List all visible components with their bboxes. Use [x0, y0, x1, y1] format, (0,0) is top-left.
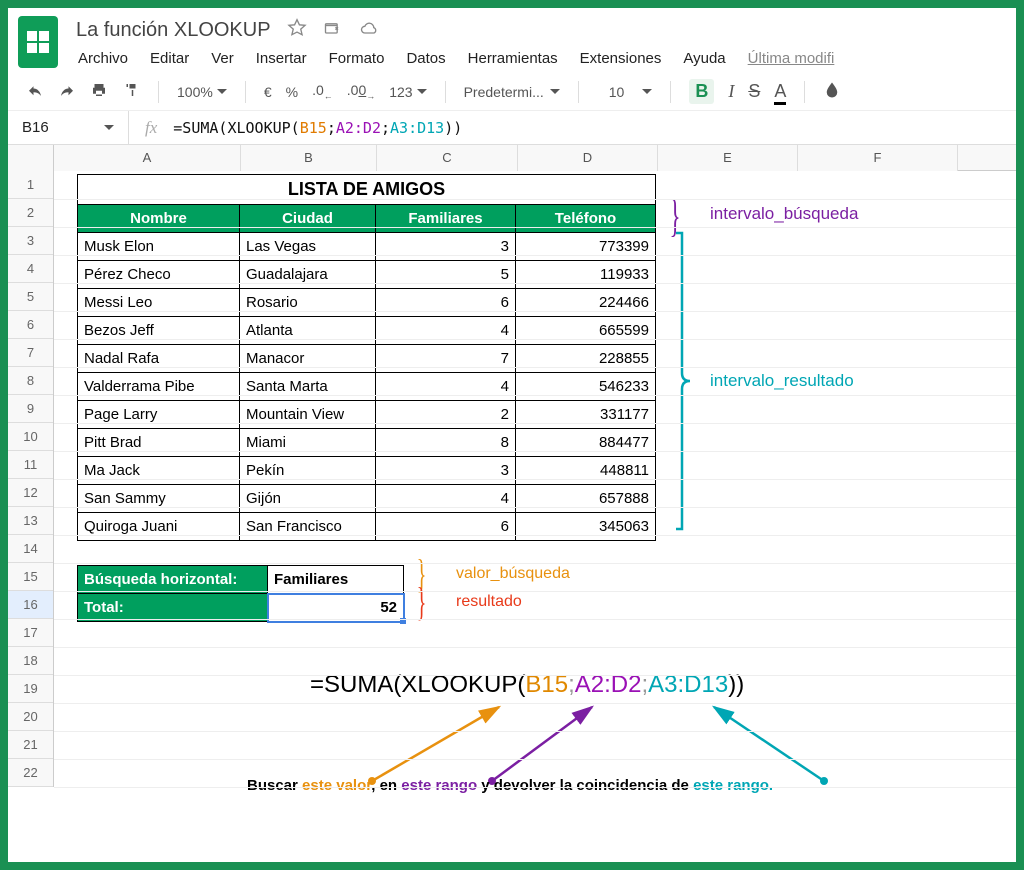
- row-header-21[interactable]: 21: [8, 731, 53, 759]
- menu-ver[interactable]: Ver: [211, 50, 234, 67]
- italic-button[interactable]: I: [728, 81, 734, 102]
- undo-icon[interactable]: [26, 81, 44, 102]
- row-header-11[interactable]: 11: [8, 451, 53, 479]
- menu-archivo[interactable]: Archivo: [78, 50, 128, 67]
- table-row[interactable]: Musk ElonLas Vegas3773399: [78, 233, 656, 261]
- header-nombre: Nombre: [78, 205, 240, 233]
- row-header-7[interactable]: 7: [8, 339, 53, 367]
- menu-extensiones[interactable]: Extensiones: [580, 50, 662, 67]
- print-icon[interactable]: [90, 81, 108, 102]
- row-header-10[interactable]: 10: [8, 423, 53, 451]
- menu-editar[interactable]: Editar: [150, 50, 189, 67]
- lookup-table: Búsqueda horizontal:Familiares Total:52: [77, 565, 404, 622]
- row-header-22[interactable]: 22: [8, 759, 53, 787]
- brace-result-icon: [672, 231, 712, 541]
- strike-button[interactable]: S: [748, 81, 760, 102]
- row-header-6[interactable]: 6: [8, 311, 53, 339]
- star-icon[interactable]: [287, 18, 307, 43]
- zoom-value: 100%: [177, 84, 213, 100]
- row-header-1[interactable]: 1: [8, 171, 53, 199]
- table-title: LISTA DE AMIGOS: [78, 175, 656, 205]
- brace-result-icon: }: [417, 578, 427, 625]
- font-size-select[interactable]: 10: [597, 84, 653, 100]
- dec-less-button[interactable]: .0←: [312, 82, 333, 101]
- font-family-select[interactable]: Predetermi...: [464, 84, 560, 100]
- menu-insertar[interactable]: Insertar: [256, 50, 307, 67]
- anno-intervalo-busqueda: intervalo_búsqueda: [710, 204, 858, 224]
- sheets-app-icon: [18, 16, 58, 68]
- dec-more-button[interactable]: .00→: [347, 82, 375, 101]
- row-header-16[interactable]: 16: [8, 591, 53, 619]
- formula-bar[interactable]: =SUMA(XLOOKUP(B15;A2:D2;A3:D13)): [173, 119, 1016, 137]
- row-header-3[interactable]: 3: [8, 227, 53, 255]
- col-header-A[interactable]: A: [54, 145, 241, 171]
- menu-ayuda[interactable]: Ayuda: [683, 50, 725, 67]
- busqueda-value[interactable]: Familiares: [268, 566, 404, 594]
- busqueda-label: Búsqueda horizontal:: [78, 566, 268, 594]
- row-header-2[interactable]: 2: [8, 199, 53, 227]
- explain-arrows: [304, 699, 854, 789]
- table-row[interactable]: Valderrama PibeSanta Marta4546233: [78, 373, 656, 401]
- fill-color-button[interactable]: [823, 81, 841, 102]
- name-box[interactable]: B16: [8, 119, 128, 136]
- row-header-8[interactable]: 8: [8, 367, 53, 395]
- anno-intervalo-resultado: intervalo_resultado: [710, 371, 854, 391]
- document-title[interactable]: La función XLOOKUP: [76, 19, 271, 42]
- select-all-corner[interactable]: [8, 145, 54, 171]
- row-header-14[interactable]: 14: [8, 535, 53, 563]
- total-value[interactable]: 52: [268, 594, 404, 622]
- data-table: LISTA DE AMIGOS Nombre Ciudad Familiares…: [77, 174, 656, 541]
- row-header-18[interactable]: 18: [8, 647, 53, 675]
- header-ciudad: Ciudad: [240, 205, 376, 233]
- row-header-13[interactable]: 13: [8, 507, 53, 535]
- row-header-5[interactable]: 5: [8, 283, 53, 311]
- percent-button[interactable]: %: [286, 84, 298, 100]
- header-telefono: Teléfono: [516, 205, 656, 233]
- row-header-15[interactable]: 15: [8, 563, 53, 591]
- move-icon[interactable]: [323, 18, 343, 43]
- col-header-D[interactable]: D: [518, 145, 658, 171]
- row-header-9[interactable]: 9: [8, 395, 53, 423]
- table-row[interactable]: Bezos JeffAtlanta4665599: [78, 317, 656, 345]
- brace-icon: }: [670, 189, 681, 242]
- table-row[interactable]: Pérez ChecoGuadalajara5119933: [78, 261, 656, 289]
- explain-text: Buscar este valor, en este rango y devol…: [247, 777, 773, 794]
- toolbar: 100% € % .0← .00→ 123 Predetermi... 10 B…: [8, 73, 1016, 111]
- row-header-12[interactable]: 12: [8, 479, 53, 507]
- currency-button[interactable]: €: [264, 84, 272, 100]
- format-select[interactable]: 123: [389, 84, 426, 100]
- table-row[interactable]: Nadal RafaManacor7228855: [78, 345, 656, 373]
- table-row[interactable]: Ma JackPekín3448811: [78, 457, 656, 485]
- anno-resultado: resultado: [456, 593, 522, 611]
- row-header-19[interactable]: 19: [8, 675, 53, 703]
- col-header-C[interactable]: C: [377, 145, 518, 171]
- col-header-F[interactable]: F: [798, 145, 958, 171]
- anno-valor-busqueda: valor_búsqueda: [456, 565, 570, 583]
- row-header-4[interactable]: 4: [8, 255, 53, 283]
- menu-last-modified[interactable]: Última modifi: [748, 50, 835, 67]
- table-row[interactable]: Messi LeoRosario6224466: [78, 289, 656, 317]
- row-header-17[interactable]: 17: [8, 619, 53, 647]
- row-header-20[interactable]: 20: [8, 703, 53, 731]
- bold-button[interactable]: B: [689, 79, 714, 104]
- table-row[interactable]: Quiroga JuaniSan Francisco6345063: [78, 513, 656, 541]
- total-label: Total:: [78, 594, 268, 622]
- cloud-icon[interactable]: [359, 18, 379, 43]
- menu-datos[interactable]: Datos: [406, 50, 445, 67]
- col-header-E[interactable]: E: [658, 145, 798, 171]
- paint-format-icon[interactable]: [122, 81, 140, 102]
- text-color-button[interactable]: A: [774, 81, 786, 102]
- header-familiares: Familiares: [376, 205, 516, 233]
- menubar: Archivo Editar Ver Insertar Formato Dato…: [76, 44, 1006, 73]
- col-header-B[interactable]: B: [241, 145, 377, 171]
- zoom-select[interactable]: 100%: [177, 84, 227, 100]
- table-row[interactable]: San SammyGijón4657888: [78, 485, 656, 513]
- fx-icon: fx: [128, 111, 173, 144]
- table-row[interactable]: Page LarryMountain View2331177: [78, 401, 656, 429]
- menu-herramientas[interactable]: Herramientas: [468, 50, 558, 67]
- redo-icon[interactable]: [58, 81, 76, 102]
- menu-formato[interactable]: Formato: [329, 50, 385, 67]
- table-row[interactable]: Pitt BradMiami8884477: [78, 429, 656, 457]
